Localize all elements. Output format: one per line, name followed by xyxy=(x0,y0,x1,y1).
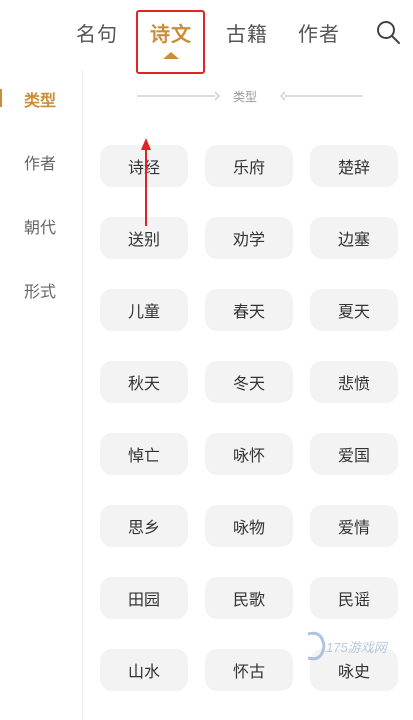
tab-famous-lines[interactable]: 名句 xyxy=(76,18,118,47)
category-chip[interactable]: 民谣 xyxy=(310,577,398,619)
tab-classics[interactable]: 古籍 xyxy=(226,18,268,47)
annotation-highlight-box xyxy=(136,10,205,74)
category-chip[interactable]: 悲愤 xyxy=(310,361,398,403)
filter-sidebar: 类型 作者 朝代 形式 xyxy=(0,70,83,720)
category-chip[interactable]: 怀古 xyxy=(205,649,293,691)
category-chip[interactable]: 夏天 xyxy=(310,289,398,331)
section-title: 类型 xyxy=(233,90,258,104)
category-chip[interactable]: 春天 xyxy=(205,289,293,331)
category-chip[interactable]: 爱情 xyxy=(310,505,398,547)
top-tab-bar: 名句 诗文 古籍 作者 xyxy=(0,0,413,74)
category-chip[interactable]: 楚辞 xyxy=(310,145,398,187)
category-chip[interactable]: 咏怀 xyxy=(205,433,293,475)
category-chip[interactable]: 儿童 xyxy=(100,289,188,331)
sidebar-item-author[interactable]: 作者 xyxy=(24,150,56,174)
tab-authors[interactable]: 作者 xyxy=(298,18,340,47)
sidebar-item-type[interactable]: 类型 xyxy=(24,87,56,111)
svg-text:175游戏网: 175游戏网 xyxy=(326,640,389,655)
section-header: 类型 xyxy=(135,86,365,106)
category-chip[interactable]: 山水 xyxy=(100,649,188,691)
category-chip[interactable]: 悼亡 xyxy=(100,433,188,475)
sidebar-active-marker xyxy=(0,89,2,107)
sidebar-item-dynasty[interactable]: 朝代 xyxy=(24,214,56,238)
search-icon[interactable] xyxy=(375,19,401,45)
category-chip[interactable]: 爱国 xyxy=(310,433,398,475)
category-chip[interactable]: 民歌 xyxy=(205,577,293,619)
category-chip[interactable]: 咏物 xyxy=(205,505,293,547)
category-chip[interactable]: 秋天 xyxy=(100,361,188,403)
category-chip[interactable]: 田园 xyxy=(100,577,188,619)
category-chip[interactable]: 乐府 xyxy=(205,145,293,187)
sidebar-item-form[interactable]: 形式 xyxy=(24,278,56,302)
category-chip[interactable]: 思乡 xyxy=(100,505,188,547)
category-chip[interactable]: 劝学 xyxy=(205,217,293,259)
category-chip[interactable]: 冬天 xyxy=(205,361,293,403)
annotation-arrow xyxy=(141,138,151,226)
category-chip[interactable]: 边塞 xyxy=(310,217,398,259)
watermark-logo: 175游戏网 xyxy=(300,626,400,666)
